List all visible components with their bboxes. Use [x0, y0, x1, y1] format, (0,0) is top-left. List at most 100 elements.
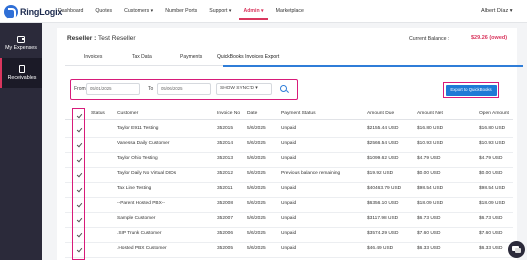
- nav-item-dashboard[interactable]: Dashboard: [58, 0, 83, 23]
- date-cell: 5/6/2025: [247, 126, 266, 131]
- table-row[interactable]: .Hosted PBX Customer 352005 5/6/2025 Unp…: [65, 240, 513, 258]
- ringlogix-logo-mark-icon: [4, 4, 18, 20]
- chat-icon[interactable]: [508, 241, 525, 258]
- sidebar-item-my-expenses[interactable]: My Expenses: [0, 28, 42, 58]
- row-checkbox[interactable]: [76, 172, 82, 178]
- active-tab-underline: [223, 65, 523, 67]
- amount-due-cell: $3117.98 USD: [367, 216, 399, 221]
- nav-item-admin[interactable]: Admin ▾: [239, 0, 268, 23]
- page-title: Reseller : Test Reseller: [67, 35, 136, 42]
- nav-item-quotes[interactable]: Quotes: [95, 0, 112, 23]
- tab-tax-data[interactable]: Tax Data: [132, 54, 152, 60]
- nav-item-customers[interactable]: Customers ▾: [124, 0, 153, 23]
- document-icon: [19, 65, 25, 73]
- open-amount-cell: $18.09 USD: [479, 201, 506, 206]
- row-checkbox[interactable]: [76, 142, 82, 148]
- open-amount-cell: $6.33 USD: [479, 246, 503, 251]
- date-cell: 5/6/2025: [247, 201, 266, 206]
- column-amount-net[interactable]: Amount Net: [417, 111, 443, 116]
- invoice-no-cell: 352012: [217, 171, 234, 176]
- amount-net-cell: $98.54 USD: [417, 186, 444, 191]
- to-label: To: [148, 86, 154, 92]
- amount-net-cell: $4.79 USD: [417, 156, 441, 161]
- amount-net-cell: $18.09 USD: [417, 201, 444, 206]
- tab-invoices[interactable]: Invoices: [84, 54, 102, 60]
- open-amount-cell: $0.00 USD: [479, 171, 503, 176]
- payment-status-cell: Unpaid: [281, 186, 297, 191]
- amount-net-cell: $7.60 USD: [417, 231, 441, 236]
- invoice-no-cell: 352007: [217, 216, 234, 221]
- sync-filter-select[interactable]: SHOW SYNC'D ▾: [216, 83, 272, 95]
- column-date[interactable]: Date: [247, 111, 257, 116]
- table-header: Status Customer Invoice No Date Payment …: [65, 109, 513, 120]
- customer-cell: Sample Customer: [117, 216, 156, 221]
- row-checkbox[interactable]: [76, 157, 82, 163]
- row-checkbox[interactable]: [76, 217, 82, 223]
- sidebar: My Expenses Receivables: [0, 23, 42, 260]
- date-cell: 5/6/2025: [247, 156, 266, 161]
- export-to-quickbooks-button[interactable]: Export to QuickBooks: [445, 84, 497, 96]
- column-customer[interactable]: Customer: [117, 111, 138, 116]
- amount-due-cell: $2155.44 USD: [367, 126, 399, 131]
- amount-net-cell: $6.33 USD: [417, 246, 441, 251]
- open-amount-cell: $6.73 USD: [479, 216, 503, 221]
- customer-cell: Tax Line Testing: [117, 186, 152, 191]
- payment-status-cell: Unpaid: [281, 141, 297, 146]
- invoice-no-cell: 352011: [217, 186, 233, 191]
- customer-cell: Taylor Daily No Virtual DIDs: [117, 171, 177, 176]
- ringlogix-logo[interactable]: RingLogix: [4, 4, 62, 20]
- invoice-no-cell: 352015: [217, 126, 234, 131]
- column-payment-status[interactable]: Payment Status: [281, 111, 316, 116]
- nav-item-support[interactable]: Support ▾: [209, 0, 231, 23]
- payment-status-cell: Previous balance remaining: [281, 171, 341, 176]
- customer-cell: --Parent Hosted PBX--: [117, 201, 165, 206]
- tab-quickbooks-export[interactable]: QuickBooks Invoices Export: [217, 54, 279, 60]
- row-checkbox[interactable]: [76, 187, 82, 193]
- tab-payments[interactable]: Payments: [180, 54, 202, 60]
- amount-due-cell: $19.92 USD: [367, 171, 394, 176]
- to-date-input[interactable]: 05/06/2025: [157, 83, 211, 95]
- amount-due-cell: $1099.62 USD: [367, 156, 399, 161]
- sidebar-item-label: My Expenses: [5, 44, 37, 51]
- amount-net-cell: $0.00 USD: [417, 171, 441, 176]
- invoice-no-cell: 352006: [217, 231, 234, 236]
- open-amount-cell: $10.93 USD: [479, 141, 506, 146]
- nav-menu: Dashboard Quotes Customers ▾ Number Port…: [58, 0, 316, 23]
- customer-cell: Taylor Ohio Testing: [117, 156, 158, 161]
- search-icon[interactable]: [277, 83, 291, 95]
- user-menu[interactable]: Albert Díaz ▾: [481, 0, 513, 23]
- customer-cell: .Hosted PBX Customer: [117, 246, 167, 251]
- row-checkbox[interactable]: [76, 202, 82, 208]
- date-cell: 5/6/2025: [247, 171, 266, 176]
- payment-status-cell: Unpaid: [281, 201, 297, 206]
- row-checkbox[interactable]: [76, 127, 82, 133]
- customer-cell: Vanessa Daily Customer: [117, 141, 170, 146]
- row-checkbox[interactable]: [76, 232, 82, 238]
- top-nav: RingLogix Dashboard Quotes Customers ▾ N…: [0, 0, 527, 23]
- column-amount-due[interactable]: Amount Due: [367, 111, 394, 116]
- date-cell: 5/6/2025: [247, 186, 266, 191]
- column-invoice-no[interactable]: Invoice No: [217, 111, 240, 116]
- balance-value: $29.26 (owed): [471, 35, 508, 41]
- payment-status-cell: Unpaid: [281, 231, 297, 236]
- amount-net-cell: $6.73 USD: [417, 216, 441, 221]
- balance-label: Current Balance :: [409, 36, 450, 42]
- amount-due-cell: $40463.79 USD: [367, 186, 402, 191]
- tab-bar: Invoices Tax Data Payments QuickBooks In…: [65, 54, 523, 67]
- date-cell: 5/6/2025: [247, 216, 266, 221]
- column-status[interactable]: Status: [91, 111, 105, 116]
- row-checkbox[interactable]: [76, 247, 82, 253]
- open-amount-cell: $16.80 USD: [479, 126, 506, 131]
- invoice-no-cell: 352008: [217, 201, 234, 206]
- invoice-no-cell: 352005: [217, 246, 234, 251]
- nav-item-number-ports[interactable]: Number Ports: [165, 0, 197, 23]
- payment-status-cell: Unpaid: [281, 246, 297, 251]
- from-date-input[interactable]: 05/01/2025: [86, 83, 140, 95]
- nav-item-marketplace[interactable]: Marketplace: [276, 0, 304, 23]
- invoice-no-cell: 352013: [217, 156, 234, 161]
- sidebar-item-receivables[interactable]: Receivables: [0, 58, 42, 88]
- amount-due-cell: $6356.10 USD: [367, 201, 399, 206]
- select-all-checkbox[interactable]: [76, 113, 82, 119]
- reseller-prefix: Reseller :: [67, 35, 97, 42]
- column-open-amount[interactable]: Open Amount: [479, 111, 509, 116]
